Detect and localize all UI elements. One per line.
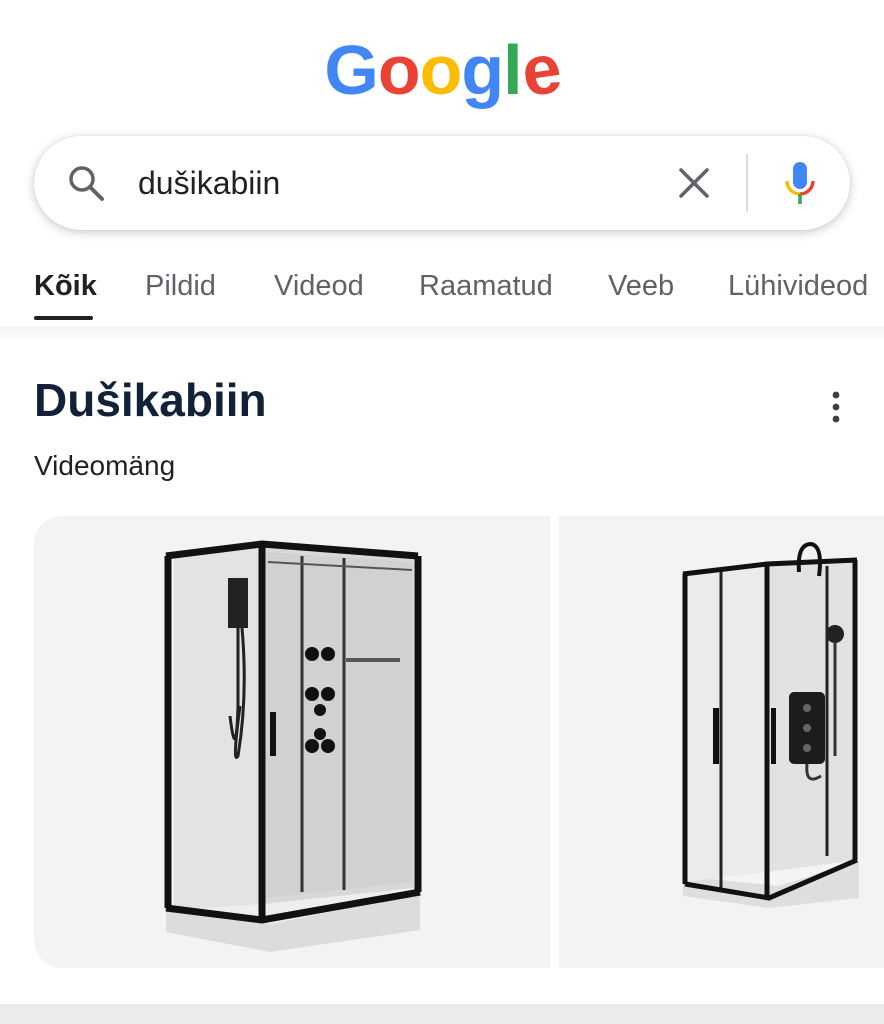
shower-cabin-illustration <box>164 540 422 952</box>
knowledge-panel-subtitle: Videomäng <box>34 450 176 481</box>
search-icon <box>69 166 104 201</box>
tab-books[interactable]: Raamatud <box>419 266 553 306</box>
bottom-separator <box>0 1004 884 1024</box>
tab-web[interactable]: Veeb <box>608 266 674 306</box>
knowledge-panel-title: Dušikabiin <box>34 374 267 426</box>
tab-images[interactable]: Pildid <box>145 266 216 306</box>
search-bar[interactable]: dušikabiin <box>34 136 850 230</box>
microphone-icon[interactable] <box>780 160 820 208</box>
tab-all[interactable]: Kõik <box>34 266 97 306</box>
google-logo[interactable]: Google <box>0 28 884 112</box>
logo-letter-g2: g <box>461 31 504 109</box>
more-vert-icon[interactable] <box>822 388 850 426</box>
shower-cabin-illustration-2 <box>682 541 859 908</box>
search-tabs: Kõik Pildid Videod Raamatud Veeb Lühivid… <box>0 256 884 326</box>
section-separator <box>0 326 884 338</box>
logo-letter-e: e <box>516 28 565 112</box>
search-input[interactable]: dušikabiin <box>138 160 280 206</box>
tab-short-videos[interactable]: Lühivideod <box>728 266 868 306</box>
active-tab-indicator <box>34 316 93 320</box>
logo-letter-o2: o <box>419 31 463 109</box>
logo-letter-o1: o <box>377 31 421 109</box>
shower-cabin-image-2[interactable] <box>559 516 884 968</box>
close-icon[interactable] <box>676 165 712 201</box>
logo-letter-g: G <box>324 31 378 109</box>
tab-videos[interactable]: Videod <box>274 266 364 306</box>
search-divider <box>746 154 748 212</box>
shower-cabin-image-1[interactable] <box>34 516 550 968</box>
